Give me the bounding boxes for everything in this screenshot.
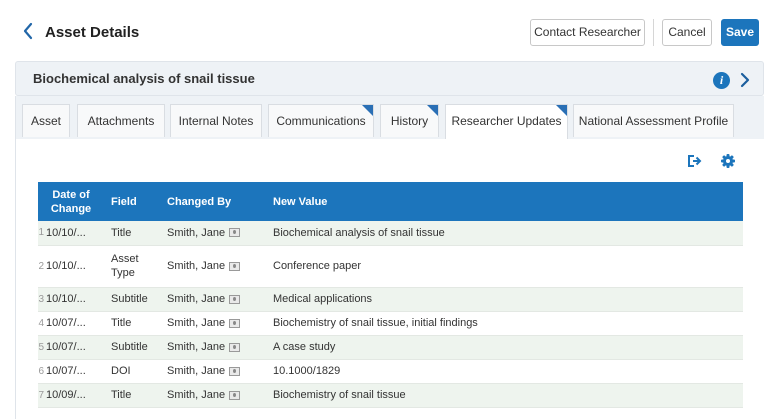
tab-national-assessment-profile[interactable]: National Assessment Profile [573, 104, 734, 137]
cell-changed-by: Smith, Jane [160, 287, 266, 312]
info-icon[interactable]: i [713, 72, 730, 89]
tab-attachments[interactable]: Attachments [77, 104, 165, 137]
update-flag-icon [362, 105, 373, 116]
page-title: Asset Details [45, 24, 140, 41]
export-icon[interactable] [685, 152, 703, 170]
changed-by-name: Smith, Jane [167, 317, 226, 329]
table-row[interactable]: 2 10/10/... Asset Type Smith, Jane Confe… [38, 245, 743, 288]
cancel-button[interactable]: Cancel [662, 19, 712, 46]
cell-date: 10/09/... [44, 383, 104, 408]
save-button[interactable]: Save [721, 19, 759, 46]
page-header: Asset Details Contact Researcher Cancel … [0, 0, 764, 62]
table-row[interactable]: 5 10/07/... Subtitle Smith, Jane A case … [38, 335, 743, 360]
user-card-icon[interactable] [229, 318, 241, 328]
cell-field: Subtitle [104, 287, 160, 312]
tab-researcher-updates[interactable]: Researcher Updates [445, 104, 568, 139]
user-card-icon[interactable] [229, 342, 241, 352]
cell-new-value: Medical applications [266, 287, 743, 312]
cell-changed-by: Smith, Jane [160, 359, 266, 384]
changed-by-name: Smith, Jane [167, 389, 226, 401]
tab-label: Attachments [87, 114, 155, 128]
user-card-icon[interactable] [229, 390, 241, 400]
changed-by-name: Smith, Jane [167, 365, 226, 377]
update-flag-icon [427, 105, 438, 116]
header-divider [653, 19, 654, 46]
gear-icon[interactable] [719, 152, 737, 170]
cell-date: 10/10/... [44, 287, 104, 312]
table-row[interactable]: 6 10/07/... DOI Smith, Jane 10.1000/1829 [38, 359, 743, 384]
tab-history[interactable]: History [380, 104, 439, 137]
changed-by-name: Smith, Jane [167, 260, 226, 272]
tab-label: History [390, 114, 429, 128]
cell-changed-by: Smith, Jane [160, 311, 266, 336]
table-row[interactable]: 7 10/09/... Title Smith, Jane Biochemist… [38, 383, 743, 408]
contact-researcher-button[interactable]: Contact Researcher [530, 19, 645, 46]
table-row[interactable]: 1 10/10/... Title Smith, Jane Biochemica… [38, 221, 743, 246]
cell-changed-by: Smith, Jane [160, 245, 266, 288]
tab-communications[interactable]: Communications [268, 104, 374, 137]
cell-changed-by: Smith, Jane [160, 221, 266, 246]
record-title: Biochemical analysis of snail tissue [33, 71, 255, 86]
column-header-field[interactable]: Field [104, 182, 160, 221]
table-header-row: Date of Change Field Changed By New Valu… [38, 182, 743, 221]
changed-by-name: Smith, Jane [167, 341, 226, 353]
column-header-changed-by[interactable]: Changed By [160, 182, 266, 221]
tab-label: Internal Notes [178, 114, 254, 128]
cell-date: 10/07/... [44, 311, 104, 336]
cell-field: Title [104, 221, 160, 246]
user-card-icon[interactable] [229, 261, 241, 271]
cell-field: Asset Type [104, 245, 160, 288]
cell-date: 10/07/... [44, 359, 104, 384]
update-flag-icon [556, 105, 567, 116]
table-row[interactable]: 3 10/10/... Subtitle Smith, Jane Medical… [38, 287, 743, 312]
chevron-right-icon[interactable] [740, 72, 750, 88]
cell-date: 10/10/... [44, 245, 104, 288]
tab-internal-notes[interactable]: Internal Notes [170, 104, 262, 137]
cell-field: Title [104, 311, 160, 336]
cell-new-value: Biochemistry of snail tissue [266, 383, 743, 408]
back-chevron-icon[interactable] [22, 22, 34, 40]
column-header-new-value[interactable]: New Value [266, 182, 743, 221]
user-card-icon[interactable] [229, 294, 241, 304]
cell-field: DOI [104, 359, 160, 384]
user-card-icon[interactable] [229, 366, 241, 376]
researcher-updates-table: Date of Change Field Changed By New Valu… [38, 182, 743, 408]
table-row[interactable]: 4 10/07/... Title Smith, Jane Biochemist… [38, 311, 743, 336]
tab-label: Asset [30, 114, 61, 128]
tab-label: Communications [276, 114, 366, 128]
user-card-icon[interactable] [229, 228, 241, 238]
cell-new-value: Biochemistry of snail tissue, initial fi… [266, 311, 743, 336]
cell-changed-by: Smith, Jane [160, 335, 266, 360]
tab-asset[interactable]: Asset [22, 104, 70, 137]
cell-date: 10/10/... [44, 221, 104, 246]
cell-new-value: A case study [266, 335, 743, 360]
cell-new-value: Biochemical analysis of snail tissue [266, 221, 743, 246]
cell-new-value: 10.1000/1829 [266, 359, 743, 384]
cell-changed-by: Smith, Jane [160, 383, 266, 408]
cell-date: 10/07/... [44, 335, 104, 360]
cell-new-value: Conference paper [266, 245, 743, 288]
tab-label: National Assessment Profile [578, 114, 729, 128]
tab-label: Researcher Updates [451, 114, 562, 128]
record-banner: Biochemical analysis of snail tissue i [15, 61, 764, 96]
changed-by-name: Smith, Jane [167, 226, 226, 239]
cell-field: Subtitle [104, 335, 160, 360]
column-header-date[interactable]: Date of Change [38, 182, 104, 221]
changed-by-name: Smith, Jane [167, 293, 226, 305]
cell-field: Title [104, 383, 160, 408]
